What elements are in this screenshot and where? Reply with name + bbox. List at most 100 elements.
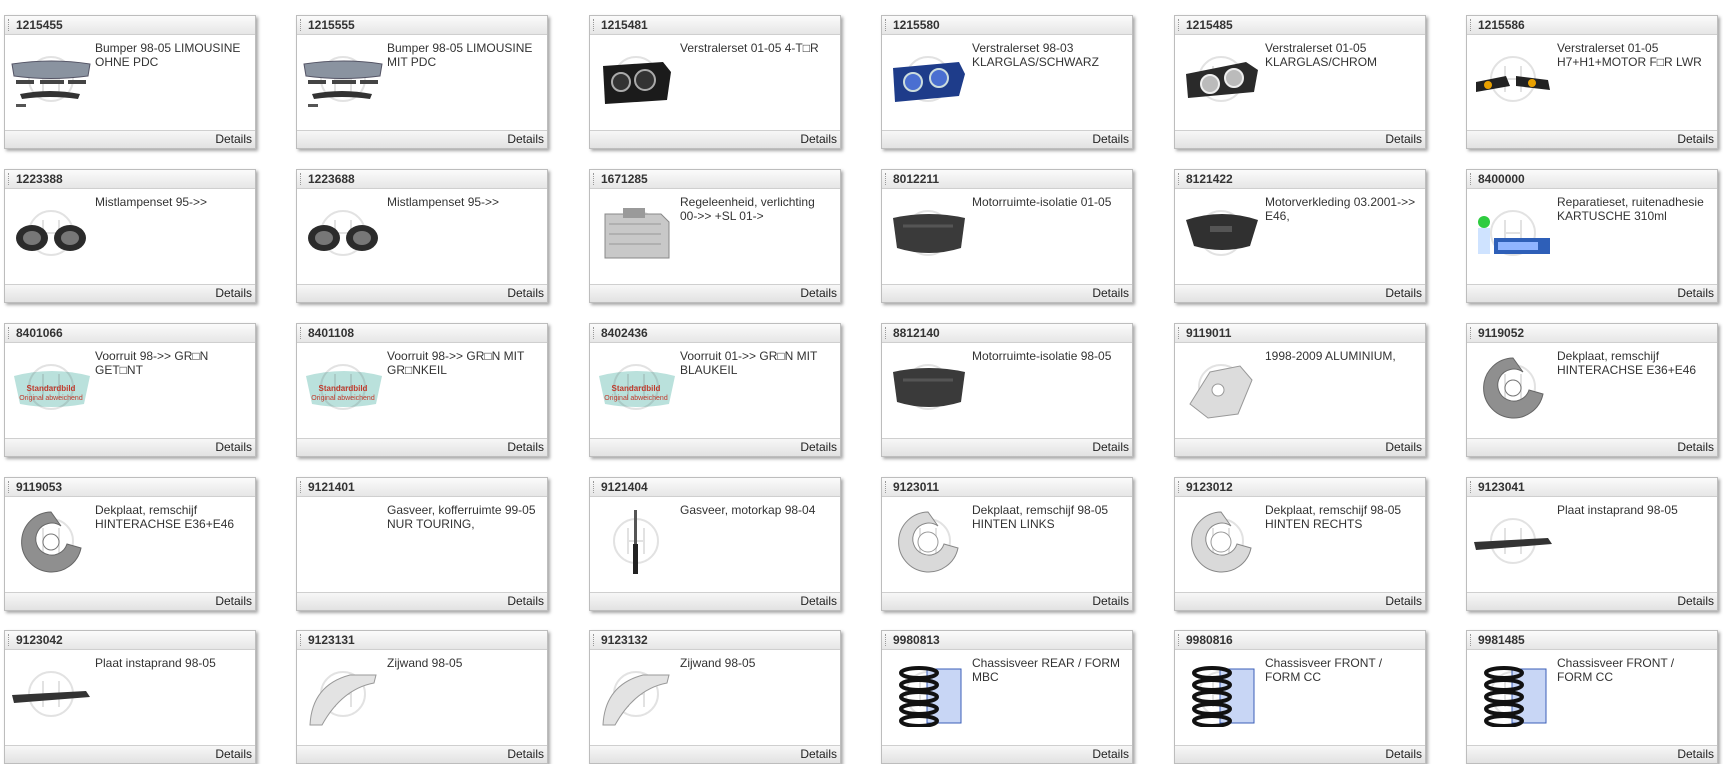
product-description: Bumper 98-05 LIMOUSINE OHNE PDC	[95, 41, 241, 69]
product-card-9980813[interactable]: 9980813 Chassisveer REAR / FORM MBC Deta…	[881, 630, 1133, 764]
product-sku: 1215580	[893, 18, 940, 32]
details-link[interactable]: Details	[1677, 132, 1714, 146]
product-grid: 1215455 Bumper 98-05 LIMOUSINE OHNE PDC …	[0, 0, 1723, 764]
details-link[interactable]: Details	[1677, 286, 1714, 300]
details-link[interactable]: Details	[1092, 440, 1129, 454]
details-link[interactable]: Details	[215, 747, 252, 761]
product-card-1215580[interactable]: 1215580 Verstralerset 98-03 KLARGLAS/SCH…	[881, 15, 1133, 149]
product-card-1215481[interactable]: 1215481 Verstralerset 01-05 4-T□R Detail…	[589, 15, 841, 149]
details-link[interactable]: Details	[1385, 286, 1422, 300]
repair-kit-image[interactable]	[1472, 200, 1554, 266]
bumper-set-image[interactable]	[10, 46, 92, 112]
details-link[interactable]: Details	[1677, 594, 1714, 608]
details-link[interactable]: Details	[800, 440, 837, 454]
engine-insulation-image[interactable]	[887, 200, 969, 266]
product-card-9121401[interactable]: 9121401 Gasveer, kofferruimte 99-05 NUR …	[296, 477, 548, 611]
product-description: Voorruit 01->> GR□N MIT BLAUKEIL	[680, 349, 818, 377]
details-link[interactable]: Details	[1092, 132, 1129, 146]
details-link[interactable]: Details	[1092, 594, 1129, 608]
dust-shield-image[interactable]	[1472, 354, 1554, 420]
product-description: Chassisveer FRONT / FORM CC	[1265, 656, 1383, 684]
details-link[interactable]: Details	[800, 286, 837, 300]
product-card-8400000[interactable]: 8400000 Reparatieset, ruitenadhesie KART…	[1466, 169, 1718, 303]
engine-insulation-image[interactable]	[887, 354, 969, 420]
wheel-arch-image[interactable]	[595, 661, 677, 727]
aluminium-bracket-image[interactable]	[1180, 354, 1262, 420]
details-link[interactable]: Details	[800, 594, 837, 608]
product-card-1215455[interactable]: 1215455 Bumper 98-05 LIMOUSINE OHNE PDC …	[4, 15, 256, 149]
product-card-9121404[interactable]: 9121404 Gasveer, motorkap 98-04 Details	[589, 477, 841, 611]
card-footer: Details	[1175, 438, 1425, 456]
headlight-pair-image[interactable]	[1472, 46, 1554, 112]
product-card-8401108[interactable]: 8401108 Standardbild Original abweichend …	[296, 323, 548, 457]
product-card-1223388[interactable]: 1223388 Mistlampenset 95->> Details	[4, 169, 256, 303]
coil-spring-image[interactable]	[1472, 661, 1554, 728]
details-link[interactable]: Details	[215, 440, 252, 454]
card-footer: Details	[1175, 284, 1425, 302]
sill-plate-image[interactable]	[10, 661, 92, 727]
details-link[interactable]: Details	[1385, 440, 1422, 454]
details-link[interactable]: Details	[215, 594, 252, 608]
product-card-9123042[interactable]: 9123042 Plaat instaprand 98-05 Details	[4, 630, 256, 764]
dust-shield-silver-image[interactable]	[1180, 508, 1262, 574]
product-description: Verstralerset 98-03 KLARGLAS/SCHWARZ	[972, 41, 1099, 69]
product-description: Dekplaat, remschijf 98-05 HINTEN RECHTS	[1265, 503, 1402, 531]
gas-strut-image[interactable]	[595, 508, 677, 574]
headlight-chrome-image[interactable]	[1180, 46, 1262, 112]
product-card-9123132[interactable]: 9123132 Zijwand 98-05 Details	[589, 630, 841, 764]
product-card-8402436[interactable]: 8402436 Standardbild Original abweichend …	[589, 323, 841, 457]
coil-spring-image[interactable]	[1180, 661, 1262, 728]
sill-plate-image[interactable]	[1472, 508, 1554, 574]
bumper-set-image[interactable]	[302, 46, 384, 112]
headlight-black-image[interactable]	[595, 46, 677, 112]
details-link[interactable]: Details	[507, 286, 544, 300]
product-card-1215586[interactable]: 1215586 Verstralerset 01-05 H7+H1+MOTOR …	[1466, 15, 1718, 149]
details-link[interactable]: Details	[1677, 440, 1714, 454]
product-card-8401066[interactable]: 8401066 Standardbild Original abweichend …	[4, 323, 256, 457]
engine-cover-image[interactable]	[1180, 200, 1262, 266]
product-card-8012211[interactable]: 8012211 Motorruimte-isolatie 01-05 Detai…	[881, 169, 1133, 303]
product-card-1223688[interactable]: 1223688 Mistlampenset 95->> Details	[296, 169, 548, 303]
product-card-9981485[interactable]: 9981485 Chassisveer FRONT / FORM CC Deta…	[1466, 630, 1718, 764]
product-card-9123041[interactable]: 9123041 Plaat instaprand 98-05 Details	[1466, 477, 1718, 611]
foglamp-set-image[interactable]	[10, 200, 92, 266]
details-link[interactable]: Details	[507, 594, 544, 608]
details-link[interactable]: Details	[1092, 286, 1129, 300]
product-card-9123011[interactable]: 9123011 Dekplaat, remschijf 98-05 HINTEN…	[881, 477, 1133, 611]
details-link[interactable]: Details	[1385, 594, 1422, 608]
details-link[interactable]: Details	[215, 286, 252, 300]
details-link[interactable]: Details	[507, 132, 544, 146]
dust-shield-silver-image[interactable]	[887, 508, 969, 574]
product-card-9980816[interactable]: 9980816 Chassisveer FRONT / FORM CC Deta…	[1174, 630, 1426, 764]
dust-shield-image[interactable]	[10, 508, 92, 574]
product-card-9123012[interactable]: 9123012 Dekplaat, remschijf 98-05 HINTEN…	[1174, 477, 1426, 611]
control-unit-image[interactable]	[595, 200, 677, 266]
details-link[interactable]: Details	[215, 132, 252, 146]
details-link[interactable]: Details	[1385, 132, 1422, 146]
product-card-8121422[interactable]: 8121422 Motorverkleding 03.2001->> E46, …	[1174, 169, 1426, 303]
product-card-9119011[interactable]: 9119011 1998-2009 ALUMINIUM, Details	[1174, 323, 1426, 457]
details-link[interactable]: Details	[507, 440, 544, 454]
details-link[interactable]: Details	[800, 747, 837, 761]
coil-spring-image[interactable]	[887, 661, 969, 728]
product-card-1671285[interactable]: 1671285 Regeleenheid, verlichting 00->> …	[589, 169, 841, 303]
details-link[interactable]: Details	[1092, 747, 1129, 761]
details-link[interactable]: Details	[1385, 747, 1422, 761]
product-card-8812140[interactable]: 8812140 Motorruimte-isolatie 98-05 Detai…	[881, 323, 1133, 457]
product-description: Zijwand 98-05	[387, 656, 463, 670]
product-card-9123131[interactable]: 9123131 Zijwand 98-05 Details	[296, 630, 548, 764]
windshield-placeholder-image[interactable]: Standardbild Original abweichend	[10, 354, 92, 420]
product-card-1215485[interactable]: 1215485 Verstralerset 01-05 KLARGLAS/CHR…	[1174, 15, 1426, 149]
windshield-placeholder-image[interactable]: Standardbild Original abweichend	[302, 354, 384, 420]
details-link[interactable]: Details	[800, 132, 837, 146]
wheel-arch-image[interactable]	[302, 661, 384, 727]
foglamp-set-image[interactable]	[302, 200, 384, 266]
product-card-1215555[interactable]: 1215555 Bumper 98-05 LIMOUSINE MIT PDC D…	[296, 15, 548, 149]
windshield-placeholder-image[interactable]: Standardbild Original abweichend	[595, 354, 677, 420]
product-card-9119052[interactable]: 9119052 Dekplaat, remschijf HINTERACHSE …	[1466, 323, 1718, 457]
product-card-9119053[interactable]: 9119053 Dekplaat, remschijf HINTERACHSE …	[4, 477, 256, 611]
details-link[interactable]: Details	[1677, 747, 1714, 761]
headlight-blue-image[interactable]	[887, 46, 969, 112]
empty-image-placeholder[interactable]	[302, 508, 384, 574]
details-link[interactable]: Details	[507, 747, 544, 761]
